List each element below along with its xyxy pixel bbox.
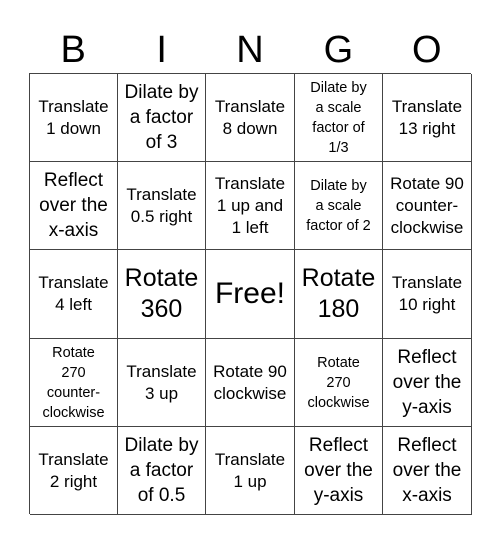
header-letter-g: G: [323, 29, 354, 71]
bingo-cell[interactable]: Translate 2 right: [30, 427, 118, 515]
bingo-cell[interactable]: Rotate 360: [118, 250, 206, 339]
bingo-cell[interactable]: Rotate 90 counter- clockwise: [383, 162, 472, 250]
bingo-cell[interactable]: Rotate 270 counter- clockwise: [30, 339, 118, 427]
bingo-cell[interactable]: Translate 3 up: [118, 339, 206, 427]
bingo-header: B I N G O: [29, 27, 471, 73]
bingo-cell[interactable]: Translate 4 left: [30, 250, 118, 339]
bingo-cell[interactable]: Dilate by a factor of 3: [118, 74, 206, 162]
bingo-cell[interactable]: Reflect over the y-axis: [383, 339, 472, 427]
header-letter-i: I: [156, 29, 167, 71]
bingo-cell[interactable]: Translate 1 up: [206, 427, 295, 515]
bingo-cell[interactable]: Translate 10 right: [383, 250, 472, 339]
bingo-cell[interactable]: Translate 0.5 right: [118, 162, 206, 250]
bingo-cell[interactable]: Translate 13 right: [383, 74, 472, 162]
bingo-cell[interactable]: Reflect over the y-axis: [295, 427, 383, 515]
bingo-grid: Translate 1 down Dilate by a factor of 3…: [29, 73, 472, 515]
bingo-cell[interactable]: Translate 8 down: [206, 74, 295, 162]
bingo-cell[interactable]: Reflect over the x-axis: [383, 427, 472, 515]
bingo-cell[interactable]: Translate 1 down: [30, 74, 118, 162]
bingo-cell[interactable]: Rotate 90 clockwise: [206, 339, 295, 427]
bingo-cell[interactable]: Translate 1 up and 1 left: [206, 162, 295, 250]
header-letter-o: O: [412, 29, 442, 71]
free-space[interactable]: Free!: [206, 250, 295, 339]
header-letter-b: B: [60, 29, 86, 71]
bingo-cell[interactable]: Rotate 270 clockwise: [295, 339, 383, 427]
bingo-cell[interactable]: Rotate 180: [295, 250, 383, 339]
bingo-cell[interactable]: Reflect over the x-axis: [30, 162, 118, 250]
bingo-cell[interactable]: Dilate by a factor of 0.5: [118, 427, 206, 515]
bingo-cell[interactable]: Dilate by a scale factor of 2: [295, 162, 383, 250]
bingo-cell[interactable]: Dilate by a scale factor of 1/3: [295, 74, 383, 162]
header-letter-n: N: [236, 29, 264, 71]
